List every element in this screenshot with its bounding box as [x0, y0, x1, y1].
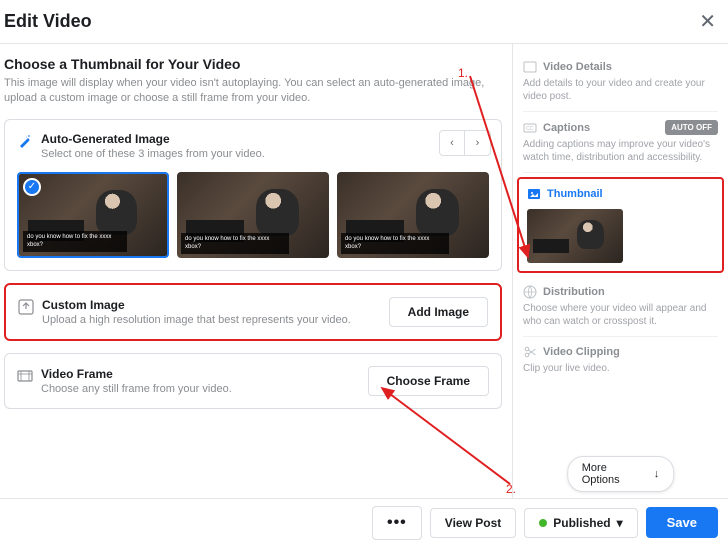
custom-image-card: Custom Image Upload a high resolution im… — [4, 283, 502, 341]
upload-icon — [18, 299, 34, 315]
video-frame-card: Video Frame Choose any still frame from … — [4, 353, 502, 409]
auto-generated-card: ‹ › Auto-Generated Image Select one of t… — [4, 119, 502, 271]
footer: ••• View Post Published ▾ Save — [0, 498, 728, 546]
auto-title: Auto-Generated Image — [41, 132, 265, 146]
more-actions-button[interactable]: ••• — [372, 506, 422, 540]
frame-title: Video Frame — [41, 367, 232, 381]
published-dropdown[interactable]: Published ▾ — [524, 508, 637, 538]
check-icon: ✓ — [23, 178, 41, 196]
caret-down-icon: ▾ — [617, 516, 623, 530]
add-image-button[interactable]: Add Image — [389, 297, 488, 327]
auto-thumb-2[interactable]: do you know how to fix the xxxx xbox? — [177, 172, 329, 258]
annotation-1: 1. — [458, 66, 468, 80]
side-video-details[interactable]: Video Details Add details to your video … — [523, 52, 718, 112]
svg-text:CC: CC — [526, 126, 534, 132]
close-icon[interactable]: ✕ — [699, 9, 716, 34]
side-thumbnail[interactable]: Thumbnail — [517, 177, 724, 273]
next-button[interactable]: › — [465, 130, 491, 156]
right-panel: Video Details Add details to your video … — [512, 44, 728, 498]
annotation-2: 2. — [506, 482, 516, 496]
side-distribution[interactable]: Distribution Choose where your video wil… — [523, 277, 718, 337]
auto-off-badge: AUTO OFF — [665, 120, 718, 135]
dialog-title: Edit Video — [4, 11, 92, 32]
custom-title: Custom Image — [42, 298, 351, 312]
frame-icon — [17, 368, 33, 384]
chevron-down-icon: ↓ — [654, 468, 660, 480]
frame-sub: Choose any still frame from your video. — [41, 383, 232, 395]
auto-sub: Select one of these 3 images from your v… — [41, 148, 265, 160]
scissors-icon — [523, 345, 537, 359]
prev-button[interactable]: ‹ — [439, 130, 465, 156]
auto-thumb-3[interactable]: do you know how to fix the xxxx xbox? — [337, 172, 489, 258]
choose-title: Choose a Thumbnail for Your Video — [4, 56, 502, 72]
side-video-clipping[interactable]: Video Clipping Clip your live video. — [523, 337, 718, 383]
save-button[interactable]: Save — [646, 507, 718, 538]
custom-sub: Upload a high resolution image that best… — [42, 314, 351, 326]
globe-icon — [523, 285, 537, 299]
thumbnail-icon — [527, 187, 541, 201]
choose-frame-button[interactable]: Choose Frame — [368, 366, 489, 396]
side-captions[interactable]: CC Captions AUTO OFF Adding captions may… — [523, 112, 718, 173]
left-panel: Choose a Thumbnail for Your Video This i… — [0, 44, 512, 498]
view-post-button[interactable]: View Post — [430, 508, 516, 538]
choose-desc: This image will display when your video … — [4, 76, 502, 107]
more-options-button[interactable]: More Options ↓ — [567, 456, 675, 492]
status-dot-icon — [539, 519, 547, 527]
auto-thumb-1[interactable]: ✓ do you know how to fix the xxxx xbox? — [17, 172, 169, 258]
captions-icon: CC — [523, 121, 537, 135]
details-icon — [523, 60, 537, 74]
wand-icon — [17, 133, 33, 149]
